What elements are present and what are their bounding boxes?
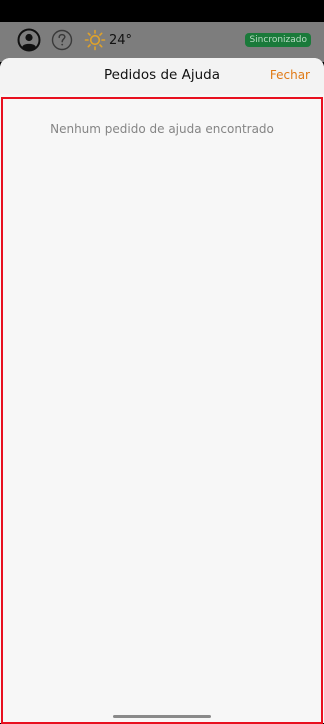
- home-indicator[interactable]: [113, 715, 211, 718]
- question-circle-icon[interactable]: [50, 28, 74, 52]
- status-bar: [0, 0, 324, 22]
- sync-status-badge: Sincronizado: [245, 33, 311, 47]
- empty-state-message: Nenhum pedido de ajuda encontrado: [50, 122, 274, 136]
- app-header: 24° Sincronizado: [0, 22, 324, 62]
- user-circle-icon[interactable]: [17, 28, 41, 52]
- sun-icon: [84, 29, 106, 51]
- weather-widget: 24°: [84, 28, 132, 52]
- temperature-value: 24°: [109, 32, 133, 48]
- help-requests-list: Nenhum pedido de ajuda encontrado: [1, 97, 323, 724]
- close-button[interactable]: Fechar: [270, 58, 310, 92]
- sheet-header: Pedidos de Ajuda Fechar: [0, 58, 324, 94]
- help-requests-sheet: Pedidos de Ajuda Fechar Nenhum pedido de…: [0, 58, 324, 724]
